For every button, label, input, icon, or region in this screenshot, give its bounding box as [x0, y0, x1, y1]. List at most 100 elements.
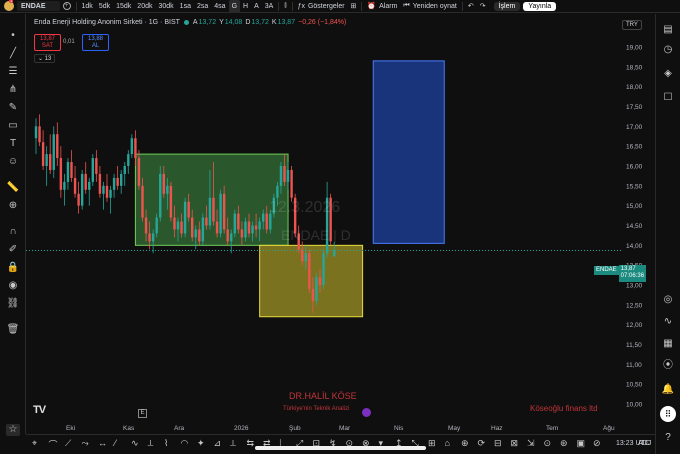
publish-label: Yayınla	[523, 1, 557, 11]
symbol-title[interactable]: Enda Enerji Holding Anonim Sirketi · 1G …	[34, 19, 180, 26]
interval-4[interactable]: 30dk	[155, 0, 176, 13]
chart-type-button[interactable]: ⫾	[281, 0, 289, 13]
bottom-tool-icon[interactable]: ⌇	[164, 438, 168, 449]
redo-button[interactable]: ↷	[477, 0, 489, 13]
bottom-tool-icon[interactable]: ⊠	[511, 438, 519, 449]
candle-body	[201, 217, 205, 242]
pulse-icon[interactable]: ∿	[661, 316, 675, 328]
bottom-tool-icon[interactable]: ⌖	[32, 438, 37, 449]
indicators-button[interactable]: ƒx Göstergeler	[295, 0, 348, 13]
interval-0[interactable]: 1dk	[79, 0, 96, 13]
adj-toggle[interactable]: ADJ	[638, 440, 651, 447]
replay-button[interactable]: ⏮ Yeniden oynat	[400, 0, 459, 13]
alerts-clock-icon[interactable]: ◷	[661, 44, 675, 56]
interval-5[interactable]: 1sa	[177, 0, 194, 13]
interval-1[interactable]: 5dk	[96, 0, 113, 13]
bottom-tool-icon[interactable]: ⊟	[494, 438, 502, 449]
buy-button[interactable]: 13,88 AL	[82, 34, 109, 51]
trash-icon[interactable]: 🗑	[6, 324, 20, 336]
publish-button[interactable]: Yayınla	[523, 0, 557, 13]
bottom-tool-icon[interactable]: ⇆	[247, 438, 255, 449]
layers-icon[interactable]: ◈	[661, 68, 675, 80]
candle-body	[80, 173, 84, 206]
trade-button[interactable]: İşlem	[491, 0, 524, 13]
lock-icon[interactable]: 🔒	[6, 262, 20, 274]
compare-button[interactable]: +	[60, 0, 74, 13]
bottom-tool-icon[interactable]: ⊿	[214, 438, 222, 449]
bell-icon[interactable]: 🔔	[661, 384, 675, 396]
bottom-tool-icon[interactable]: ⟋	[65, 438, 71, 449]
star-icon[interactable]: ☆	[6, 424, 20, 436]
bottom-tool-icon[interactable]: ✦	[197, 438, 205, 449]
bottom-tool-icon[interactable]: ◠	[181, 438, 189, 449]
cursor-icon[interactable]: •	[6, 30, 20, 42]
bottom-tool-icon[interactable]: ⊕	[461, 438, 469, 449]
bottom-tool-icon[interactable]: ⇲	[527, 438, 535, 449]
trendline-icon[interactable]: ╱	[6, 48, 20, 60]
bottom-tool-icon[interactable]: ⊘	[593, 438, 601, 449]
last-price-label: ENDAE 13,87 07:06:36	[594, 265, 647, 282]
templates-button[interactable]: ⊞	[348, 0, 360, 13]
symbol-search[interactable]: ENDAE	[17, 1, 60, 11]
broadcast-icon[interactable]: ⦿	[661, 360, 675, 372]
candle-body	[322, 253, 325, 285]
draw-mode-icon[interactable]: ✐	[6, 244, 20, 256]
watchlist-icon[interactable]: ▤	[661, 24, 675, 36]
help-icon[interactable]: ?	[661, 432, 675, 444]
alarm-button[interactable]: ⏰ Alarm	[364, 0, 400, 13]
interval-10[interactable]: A	[251, 0, 262, 13]
candle-body	[237, 213, 240, 230]
zoom-icon[interactable]: ⊕	[6, 200, 20, 212]
interval-11[interactable]: 3A	[262, 0, 277, 13]
calendar-icon[interactable]: ▦	[661, 338, 675, 350]
candle-body	[262, 213, 265, 222]
interval-8[interactable]: G	[228, 0, 241, 13]
events-icon[interactable]: E	[138, 409, 147, 418]
bottom-tool-icon[interactable]: ⊞	[428, 438, 436, 449]
chat-icon[interactable]: ☐	[661, 92, 675, 104]
eye-icon[interactable]: ◉	[6, 280, 20, 292]
text-icon[interactable]: T	[6, 138, 20, 150]
interval-3[interactable]: 20dk	[134, 0, 155, 13]
bottom-tool-icon[interactable]: ⟂	[148, 438, 154, 449]
currency-selector[interactable]: TRY	[622, 20, 642, 30]
price-tick-label: 10,00	[626, 402, 643, 409]
interval-7[interactable]: 4sa	[211, 0, 228, 13]
interval-2[interactable]: 15dk	[113, 0, 134, 13]
candle-body	[180, 221, 183, 234]
candle-body	[194, 229, 197, 238]
candle-body	[70, 162, 73, 178]
bottom-tool-icon[interactable]: ∿	[131, 438, 139, 449]
bottom-tool-icon[interactable]: ⊛	[560, 438, 568, 449]
apps-grid-icon[interactable]: ⠿	[660, 406, 676, 422]
indicators-toggle[interactable]: ⌄ 13	[34, 54, 56, 63]
rectangle-icon[interactable]: ▭	[6, 120, 20, 132]
bottom-tool-icon[interactable]: ↔	[98, 438, 107, 448]
bottom-tool-icon[interactable]: ⌂	[445, 438, 450, 448]
bottom-tool-icon[interactable]: ⌒	[49, 438, 58, 451]
price-chart[interactable]: 19,00 18,50 18,00 17,50 17,00 16,50 16,00 15,50…	[26, 14, 655, 434]
sell-button[interactable]: 13,87 SAT	[34, 34, 61, 51]
notification-badge: 1	[9, 0, 14, 3]
emoji-icon[interactable]: ☺	[6, 156, 20, 168]
horizontal-lines-icon[interactable]: ☰	[6, 66, 20, 78]
brush-icon[interactable]: ✎	[6, 102, 20, 114]
candle-body	[95, 158, 98, 174]
magnet-icon[interactable]: ∩	[6, 226, 20, 238]
time-axis: Eki Kas Ara 2026 Şub Mar Nis May Haz Tem Ağu	[66, 425, 615, 432]
interval-6[interactable]: 2sa	[194, 0, 211, 13]
undo-button[interactable]: ↶	[465, 0, 477, 13]
price-tick-label: 11,50	[626, 342, 642, 349]
link-icon[interactable]: ⛓	[6, 298, 20, 310]
target-icon[interactable]: ◎	[661, 294, 675, 306]
pitchfork-icon[interactable]: ⋔	[6, 84, 20, 96]
bottom-tool-icon[interactable]: ⟂	[230, 438, 236, 449]
ruler-icon[interactable]: 📏	[6, 182, 20, 194]
avatar[interactable]: 1	[4, 0, 14, 11]
bottom-tool-icon[interactable]: ⟳	[478, 438, 486, 449]
bottom-tool-icon[interactable]: ⊙	[544, 438, 552, 449]
interval-9[interactable]: H	[240, 0, 251, 13]
bottom-tool-icon[interactable]: ▣	[577, 438, 586, 449]
bottom-tool-icon[interactable]: ⤳	[82, 438, 89, 449]
bottom-tool-icon[interactable]: ⁄	[115, 438, 117, 448]
